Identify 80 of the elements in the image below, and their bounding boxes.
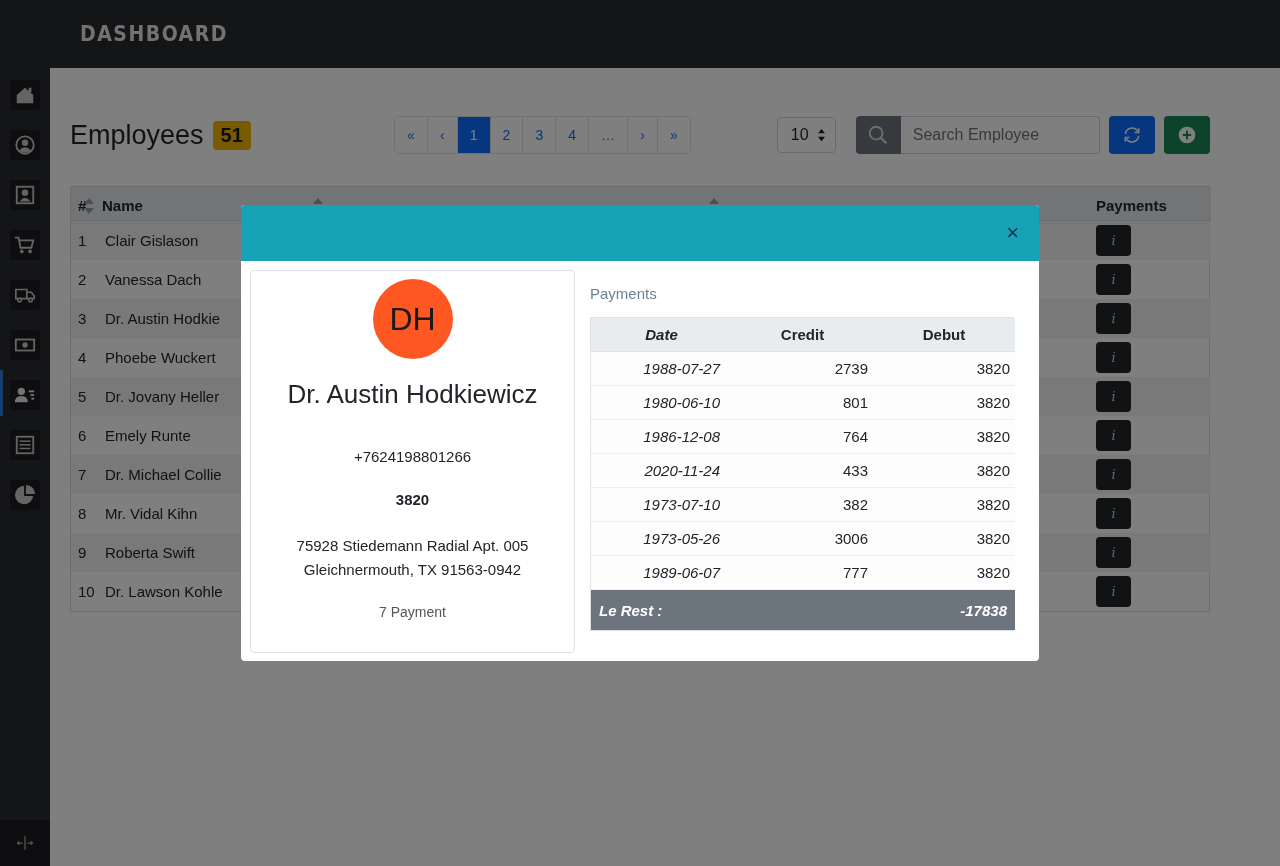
- receipt-icon: [14, 434, 36, 456]
- info-button[interactable]: i: [1096, 420, 1131, 451]
- info-button[interactable]: i: [1096, 498, 1131, 529]
- payment-count: 7 Payment: [379, 604, 446, 620]
- row-number: 2: [78, 271, 87, 288]
- info-button[interactable]: i: [1096, 342, 1131, 373]
- search-icon: [867, 124, 890, 146]
- column-header: Date: [645, 326, 678, 343]
- sidebar-item[interactable]: [10, 180, 40, 210]
- sidebar-item[interactable]: [10, 130, 40, 160]
- page-link[interactable]: »: [657, 117, 690, 153]
- page-heading: Employees: [70, 119, 204, 151]
- debut-amount: 3820: [873, 420, 1015, 454]
- row-number: 9: [78, 544, 87, 561]
- payments-title: Payments: [590, 285, 658, 302]
- row-number: 1: [78, 232, 87, 249]
- info-button[interactable]: i: [1096, 459, 1131, 490]
- salary: 3820: [395, 491, 430, 508]
- employee-name: Dr. Austin Hodkie: [105, 310, 221, 327]
- column-header: #: [78, 197, 87, 214]
- balance-value: -17838: [960, 601, 1007, 619]
- employee-name: Clair Gislason: [105, 232, 199, 249]
- employee-name: Emely Runte: [105, 427, 191, 444]
- debut-amount: 3820: [873, 556, 1015, 590]
- employee-name: Phoebe Wuckert: [105, 349, 216, 366]
- employee-name: Mr. Vidal Kihn: [105, 505, 198, 522]
- row-number: 3: [78, 310, 87, 327]
- column-header: Debut: [922, 326, 966, 343]
- add-button[interactable]: [1163, 116, 1210, 154]
- row-number: 5: [78, 388, 87, 405]
- pie-chart-icon: [14, 484, 36, 506]
- plus-circle-icon: [1176, 125, 1197, 145]
- sidebar-item[interactable]: [10, 280, 40, 310]
- row-number: 8: [78, 505, 87, 522]
- debut-amount: 3820: [873, 488, 1015, 522]
- employee-name: Roberta Swift: [105, 544, 196, 561]
- sidebar-item[interactable]: [10, 230, 40, 260]
- debut-amount: 3820: [873, 386, 1015, 420]
- page-link[interactable]: 1: [456, 117, 490, 153]
- debut-amount: 3820: [873, 522, 1015, 556]
- row-number: 7: [78, 466, 87, 483]
- sidebar-item[interactable]: [10, 430, 40, 460]
- debut-amount: 3820: [873, 454, 1015, 488]
- employee-name: Vanessa Dach: [105, 271, 202, 288]
- user-portrait-icon: [14, 184, 36, 206]
- info-button[interactable]: i: [1096, 576, 1131, 607]
- close-button[interactable]: ×: [1002, 222, 1023, 244]
- debut-amount: 3820: [873, 352, 1015, 386]
- phone-number: +7624198801266: [353, 448, 472, 465]
- sidebar-item[interactable]: [10, 80, 40, 110]
- info-button[interactable]: i: [1096, 225, 1131, 256]
- page-size-select[interactable]: 10: [776, 117, 836, 153]
- row-number: 10: [78, 583, 95, 600]
- app-title: DASHBOARD: [80, 21, 228, 47]
- resize-handle-icon[interactable]: [15, 833, 35, 853]
- avatar: DH: [372, 279, 453, 359]
- cart-icon: [14, 234, 36, 256]
- info-button[interactable]: i: [1096, 537, 1131, 568]
- user-circle-icon: [14, 134, 36, 156]
- column-header[interactable]: Name: [102, 197, 143, 214]
- sort-caret-icon: [816, 128, 826, 142]
- row-number: 6: [78, 427, 87, 444]
- balance-label: Le Rest :: [599, 601, 663, 619]
- employee-name: Dr. Jovany Heller: [105, 388, 220, 405]
- info-button[interactable]: i: [1096, 381, 1131, 412]
- address: 75928 Stiedemann Radial Apt. 005 Gleichnermouth, TX 91563-0942: [296, 536, 529, 580]
- employee-name: Dr. Austin Hodkiewicz: [287, 379, 538, 410]
- row-number: 4: [78, 349, 87, 366]
- count-badge: 51: [212, 120, 251, 150]
- column-header: Payments: [1096, 197, 1167, 214]
- sidebar-item[interactable]: [10, 380, 40, 410]
- employee-name: Dr. Lawson Kohle: [105, 583, 223, 600]
- sidebar-item[interactable]: [10, 480, 40, 510]
- employee-name: Dr. Michael Collie: [105, 466, 222, 483]
- search-field[interactable]: Search Employee: [900, 116, 1100, 154]
- info-button[interactable]: i: [1096, 303, 1131, 334]
- info-button[interactable]: i: [1096, 264, 1131, 295]
- refresh-button[interactable]: [1108, 116, 1155, 154]
- sidebar-item[interactable]: [10, 330, 40, 360]
- column-header: Credit: [780, 326, 825, 343]
